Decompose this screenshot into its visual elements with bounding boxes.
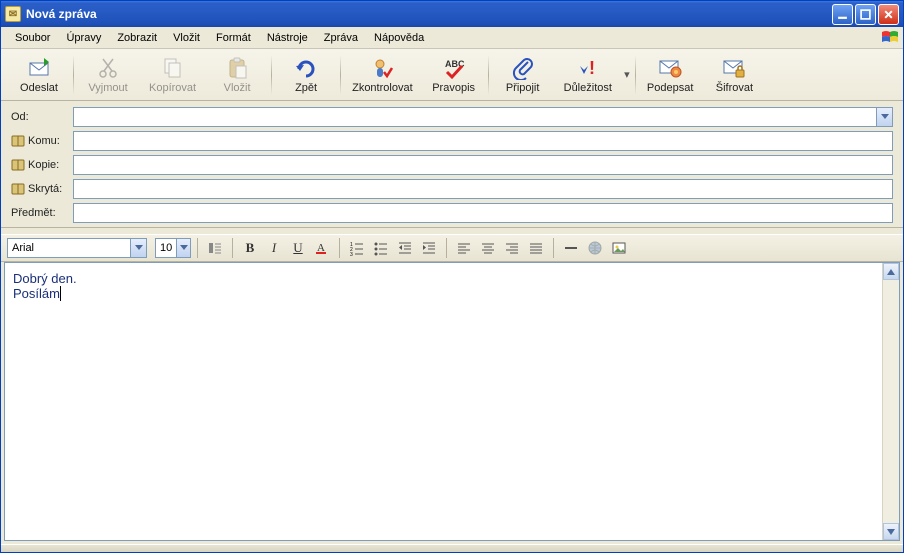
italic-button[interactable]: I	[263, 237, 285, 259]
copy-button[interactable]: Kopírovat	[140, 51, 205, 99]
chevron-down-icon[interactable]	[176, 239, 190, 257]
menu-tools[interactable]: Nástroje	[259, 30, 316, 46]
format-toolbar: Arial 10 B I U A 123	[1, 234, 903, 262]
send-icon	[27, 56, 51, 80]
attach-button[interactable]: Připojit	[491, 51, 555, 99]
sign-button[interactable]: Podepsat	[638, 51, 702, 99]
check-button[interactable]: Zkontrolovat	[343, 51, 422, 99]
format-separator	[232, 238, 233, 258]
spelling-icon: ABC	[442, 56, 466, 80]
addressbook-icon	[11, 159, 25, 171]
cut-button[interactable]: Vyjmout	[76, 51, 140, 99]
close-button[interactable]	[878, 4, 899, 25]
toolbar-separator	[635, 55, 636, 95]
message-body[interactable]: Dobrý den. Posílám	[5, 263, 882, 540]
subject-label: Předmět:	[11, 207, 67, 219]
encrypt-icon	[722, 56, 746, 80]
addressbook-icon	[11, 183, 25, 195]
minimize-button[interactable]	[832, 4, 853, 25]
align-justify-button[interactable]	[525, 237, 547, 259]
format-separator	[339, 238, 340, 258]
menu-view[interactable]: Zobrazit	[109, 30, 165, 46]
paste-icon	[225, 56, 249, 80]
paperclip-icon	[511, 56, 535, 80]
menu-help[interactable]: Nápověda	[366, 30, 432, 46]
from-dropdown[interactable]	[876, 107, 893, 127]
priority-icon: !	[576, 56, 600, 80]
check-icon	[370, 56, 394, 80]
status-bar	[1, 544, 903, 552]
menu-file[interactable]: Soubor	[7, 30, 58, 46]
menu-message[interactable]: Zpráva	[316, 30, 366, 46]
undo-button[interactable]: Zpět	[274, 51, 338, 99]
spelling-button[interactable]: ABC Pravopis	[422, 51, 486, 99]
menu-format[interactable]: Formát	[208, 30, 259, 46]
align-right-button[interactable]	[501, 237, 523, 259]
body-line: Dobrý den.	[13, 271, 874, 286]
copy-icon	[161, 56, 185, 80]
menu-bar: Soubor Úpravy Zobrazit Vložit Formát Nás…	[1, 27, 903, 49]
menu-edit[interactable]: Úpravy	[58, 30, 109, 46]
format-separator	[446, 238, 447, 258]
priority-button[interactable]: ! Důležitost	[555, 51, 621, 99]
toolbar-separator	[271, 55, 272, 95]
outdent-button[interactable]	[394, 237, 416, 259]
font-color-button[interactable]: A	[311, 237, 333, 259]
bcc-input[interactable]	[73, 179, 893, 199]
horizontal-rule-button[interactable]	[560, 237, 582, 259]
sign-icon	[658, 56, 682, 80]
from-label: Od:	[11, 111, 67, 123]
body-line: Posílám	[13, 286, 874, 301]
menu-insert[interactable]: Vložit	[165, 30, 208, 46]
title-bar: Nová zpráva	[1, 1, 903, 27]
scroll-up-button[interactable]	[883, 263, 899, 280]
toolbar: Odeslat Vyjmout Kopírovat Vložit Zpět Zk…	[1, 49, 903, 101]
message-body-container: Dobrý den. Posílám	[4, 262, 900, 541]
priority-dropdown[interactable]: ▾	[621, 68, 633, 81]
align-center-button[interactable]	[477, 237, 499, 259]
cc-input[interactable]	[73, 155, 893, 175]
cut-icon	[96, 56, 120, 80]
bcc-label[interactable]: Skrytá:	[11, 183, 67, 195]
toolbar-separator	[73, 55, 74, 95]
hyperlink-button[interactable]	[584, 237, 606, 259]
cc-label[interactable]: Kopie:	[11, 159, 67, 171]
bullet-list-button[interactable]	[370, 237, 392, 259]
chevron-down-icon[interactable]	[130, 239, 146, 257]
to-input[interactable]	[73, 131, 893, 151]
scroll-down-button[interactable]	[883, 523, 899, 540]
app-icon	[5, 6, 21, 22]
send-button[interactable]: Odeslat	[7, 51, 71, 99]
font-name-combo[interactable]: Arial	[7, 238, 147, 258]
numbered-list-button[interactable]: 123	[346, 237, 368, 259]
paste-button[interactable]: Vložit	[205, 51, 269, 99]
svg-text:3: 3	[350, 252, 353, 256]
undo-icon	[294, 56, 318, 80]
insert-picture-button[interactable]	[608, 237, 630, 259]
window-title: Nová zpráva	[26, 7, 832, 21]
subject-input[interactable]	[73, 203, 893, 223]
maximize-button[interactable]	[855, 4, 876, 25]
addressbook-icon	[11, 135, 25, 147]
font-size-combo[interactable]: 10	[155, 238, 191, 258]
toolbar-separator	[488, 55, 489, 95]
bold-button[interactable]: B	[239, 237, 261, 259]
windows-flag-icon	[881, 29, 899, 47]
header-fields: Od: Komu: Kopie: Skrytá:	[1, 101, 903, 228]
underline-button[interactable]: U	[287, 237, 309, 259]
from-input[interactable]	[73, 107, 876, 127]
align-left-button[interactable]	[453, 237, 475, 259]
vertical-scrollbar[interactable]	[882, 263, 899, 540]
format-separator	[553, 238, 554, 258]
toolbar-separator	[340, 55, 341, 95]
svg-text:!: !	[589, 58, 595, 78]
encrypt-button[interactable]: Šifrovat	[702, 51, 766, 99]
to-label[interactable]: Komu:	[11, 135, 67, 147]
paragraph-style-button[interactable]	[204, 237, 226, 259]
indent-button[interactable]	[418, 237, 440, 259]
format-separator	[197, 238, 198, 258]
